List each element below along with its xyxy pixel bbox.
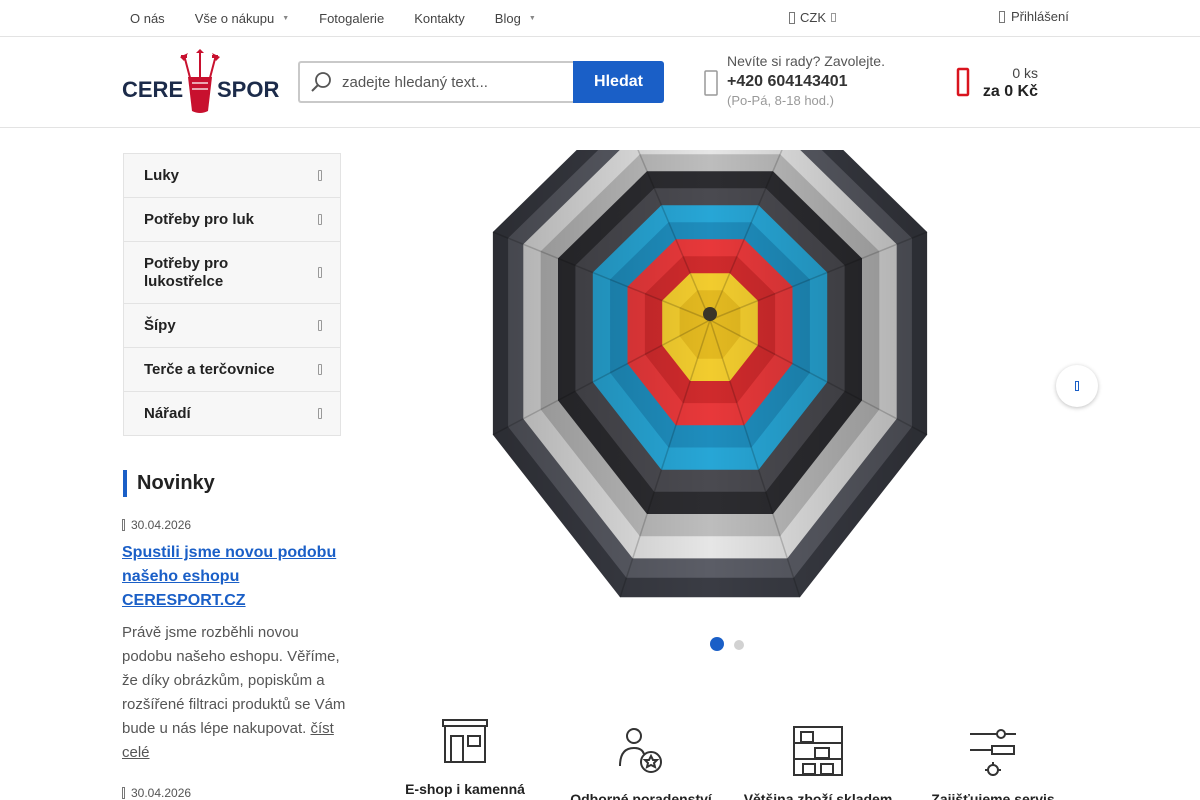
- feature-label: Zajišťujeme servis: [931, 791, 1055, 800]
- warehouse-icon: [793, 726, 843, 776]
- category-sipy[interactable]: Šípy: [124, 304, 340, 348]
- store-icon: [442, 719, 488, 763]
- logo-text-right: SPORT: [217, 77, 279, 102]
- news-date: 30.04.2026: [122, 518, 191, 532]
- calendar-icon: [122, 519, 125, 531]
- coins-icon: [789, 11, 795, 24]
- currency-selector[interactable]: CZK: [789, 10, 836, 25]
- search-icon: [311, 72, 331, 92]
- slider-next-button[interactable]: [1056, 365, 1098, 407]
- chevron-right-icon: [318, 407, 322, 419]
- category-menu: Luky Potřeby pro luk Potřeby pro lukostř…: [123, 153, 341, 436]
- cart-count: 0 ks: [1012, 65, 1038, 81]
- nav-blog[interactable]: Blog ▼: [487, 11, 544, 26]
- category-terce[interactable]: Terče a terčovnice: [124, 348, 340, 392]
- news-date: 30.04.2026: [122, 786, 191, 800]
- search-bar: Hledat: [298, 61, 664, 103]
- nav-kontakty[interactable]: Kontakty: [406, 11, 473, 26]
- feature-expert: Odborné poradenství: [561, 726, 721, 800]
- cart-price: za 0 Kč: [982, 83, 1038, 100]
- tools-icon: [970, 729, 1016, 776]
- category-luky[interactable]: Luky: [124, 154, 340, 198]
- slider-dot-2[interactable]: [734, 640, 744, 650]
- nav-vse-o-nakupu[interactable]: Vše o nákupu ▼: [187, 11, 297, 26]
- login-label: Přihlášení: [1011, 9, 1069, 24]
- category-potreby-pro-luk[interactable]: Potřeby pro luk: [124, 198, 340, 242]
- currency-label: CZK: [800, 10, 826, 25]
- category-naradi[interactable]: Nářadí: [124, 392, 340, 435]
- feature-warehouse: Většina zboží skladem: [738, 726, 898, 800]
- phone-icon: [704, 70, 718, 96]
- expert-icon: [619, 728, 662, 773]
- news-heading: Novinky: [123, 470, 215, 497]
- ceresport-logo[interactable]: CERE SPORT: [122, 49, 279, 115]
- target-umbrella: [492, 150, 928, 598]
- hero-slider-image[interactable]: [380, 150, 1100, 620]
- help-phone[interactable]: +420 604143401: [727, 73, 885, 91]
- chevron-right-icon: [1075, 381, 1079, 391]
- slider-dot-1[interactable]: [710, 637, 724, 651]
- top-bar: O nás Vše o nákupu ▼ Fotogalerie Kontakty…: [0, 0, 1200, 37]
- top-nav: O nás Vše o nákupu ▼ Fotogalerie Kontakty…: [122, 0, 558, 36]
- chevron-right-icon: [318, 266, 322, 278]
- search-input[interactable]: [342, 73, 562, 91]
- nav-o-nas[interactable]: O nás: [122, 11, 173, 26]
- search-button[interactable]: Hledat: [573, 61, 664, 103]
- login-link[interactable]: Přihlášení: [999, 9, 1069, 24]
- slider-dots: [710, 637, 744, 651]
- feature-label: Většina zboží skladem: [743, 791, 893, 800]
- chevron-down-icon: [831, 13, 836, 22]
- chevron-right-icon: [318, 213, 322, 225]
- chevron-down-icon: ▼: [528, 14, 536, 22]
- calendar-icon: [122, 787, 125, 799]
- chevron-right-icon: [318, 169, 322, 181]
- search-field[interactable]: [298, 61, 573, 103]
- feature-label: E-shop i kamenná: [405, 781, 525, 797]
- nav-fotogalerie[interactable]: Fotogalerie: [311, 11, 392, 26]
- feature-label: Odborné poradenství: [570, 791, 712, 800]
- help-contact: Nevíte si rady? Zavolejte. +420 60414340…: [727, 53, 885, 108]
- feature-service: Zajišťujeme servis: [913, 726, 1073, 800]
- category-potreby-pro-lukostrelce[interactable]: Potřeby pro lukostřelce: [124, 242, 340, 304]
- news-excerpt: Právě jsme rozběhli novou podobu našeho …: [122, 624, 346, 761]
- cart-summary[interactable]: 0 ks za 0 Kč: [970, 65, 1038, 101]
- logo-text-left: CERE: [122, 77, 183, 102]
- chevron-down-icon: ▼: [282, 14, 290, 22]
- chevron-right-icon: [318, 363, 322, 375]
- feature-store: E-shop i kamenná: [385, 716, 545, 798]
- help-hours: (Po-Pá, 8-18 hod.): [727, 93, 834, 108]
- chevron-right-icon: [318, 319, 322, 331]
- header: CERE SPORT Hledat Nevíte si rady? Zavole…: [0, 37, 1200, 128]
- help-question: Nevíte si rady? Zavolejte.: [727, 53, 885, 69]
- news-headline-link[interactable]: Spustili jsme novou podobu našeho eshopu…: [122, 541, 347, 613]
- user-icon: [999, 10, 1005, 23]
